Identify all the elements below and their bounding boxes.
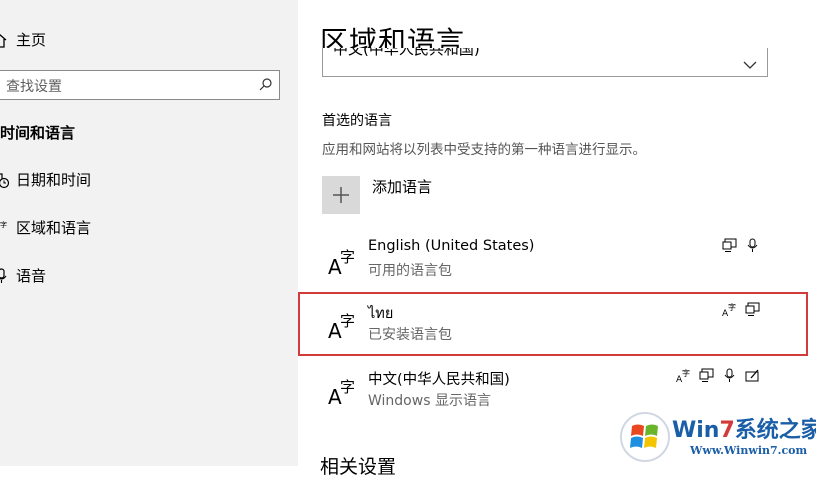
handwriting-icon — [745, 368, 760, 383]
language-pack-icon: A字 — [676, 368, 691, 385]
language-glyph-icon: A字 — [326, 374, 360, 409]
watermark-brand: Win7系统之家 — [672, 418, 816, 443]
microphone-icon — [0, 267, 14, 285]
preferred-languages-description: 应用和网站将以列表中受支持的第一种语言进行显示。 — [322, 142, 646, 158]
sidebar-home[interactable]: 主页 — [0, 29, 46, 50]
microphone-icon — [722, 368, 737, 383]
watermark: Win7系统之家 Www.Winwin7.com — [616, 408, 816, 466]
language-name: 中文(中华人民共和国) — [368, 372, 510, 388]
region-dropdown-value: 中文(中华人民共和国) — [333, 48, 480, 58]
search-placeholder: 查找设置 — [6, 79, 62, 95]
search-input[interactable]: 查找设置 — [0, 70, 280, 100]
language-name: English (United States) — [368, 238, 535, 254]
language-glyph-icon: A字 — [326, 244, 360, 279]
sidebar: 主页 查找设置 时间和语言 日期和时间 A字 区域和语言 语音 — [0, 0, 298, 466]
home-icon — [0, 31, 14, 49]
windows-logo-icon — [620, 412, 670, 462]
sidebar-item-label: 语音 — [16, 267, 47, 285]
sidebar-section-heading: 时间和语言 — [0, 124, 76, 142]
preferred-languages-heading: 首选的语言 — [322, 113, 392, 129]
plus-icon — [333, 187, 349, 203]
language-features — [722, 238, 760, 253]
calendar-clock-icon — [0, 171, 14, 189]
language-status: 可用的语言包 — [368, 263, 452, 279]
sidebar-item-label: 日期和时间 — [16, 171, 92, 189]
watermark-url: Www.Winwin7.com — [690, 444, 808, 457]
region-dropdown[interactable]: 中文(中华人民共和国) — [322, 48, 768, 77]
svg-text:字: 字 — [0, 220, 7, 229]
sidebar-item-speech[interactable]: 语音 — [0, 265, 46, 286]
svg-text:字: 字 — [340, 378, 355, 396]
region-language-icon: A字 — [0, 219, 14, 237]
highlight-annotation — [298, 292, 808, 356]
add-language-button[interactable] — [322, 176, 360, 214]
svg-text:字: 字 — [682, 368, 690, 378]
sidebar-item-date-time[interactable]: 日期和时间 — [0, 169, 91, 190]
language-features: A字 — [676, 368, 760, 385]
add-language-label[interactable]: 添加语言 — [372, 176, 432, 197]
sidebar-home-label: 主页 — [16, 31, 47, 49]
microphone-icon — [745, 238, 760, 253]
display-icon — [722, 238, 737, 253]
language-item-english[interactable]: A字 English (United States) 可用的语言包 — [322, 238, 782, 292]
display-icon — [699, 368, 714, 383]
main-panel: 区域和语言 中文(中华人民共和国) 首选的语言 应用和网站将以列表中受支持的第一… — [298, 0, 816, 478]
sidebar-item-label: 区域和语言 — [16, 219, 92, 237]
search-icon[interactable] — [257, 77, 273, 97]
language-status: Windows 显示语言 — [368, 393, 491, 409]
chevron-down-icon — [743, 55, 757, 74]
sidebar-item-region-language[interactable]: A字 区域和语言 — [0, 217, 91, 238]
svg-text:字: 字 — [340, 248, 355, 266]
